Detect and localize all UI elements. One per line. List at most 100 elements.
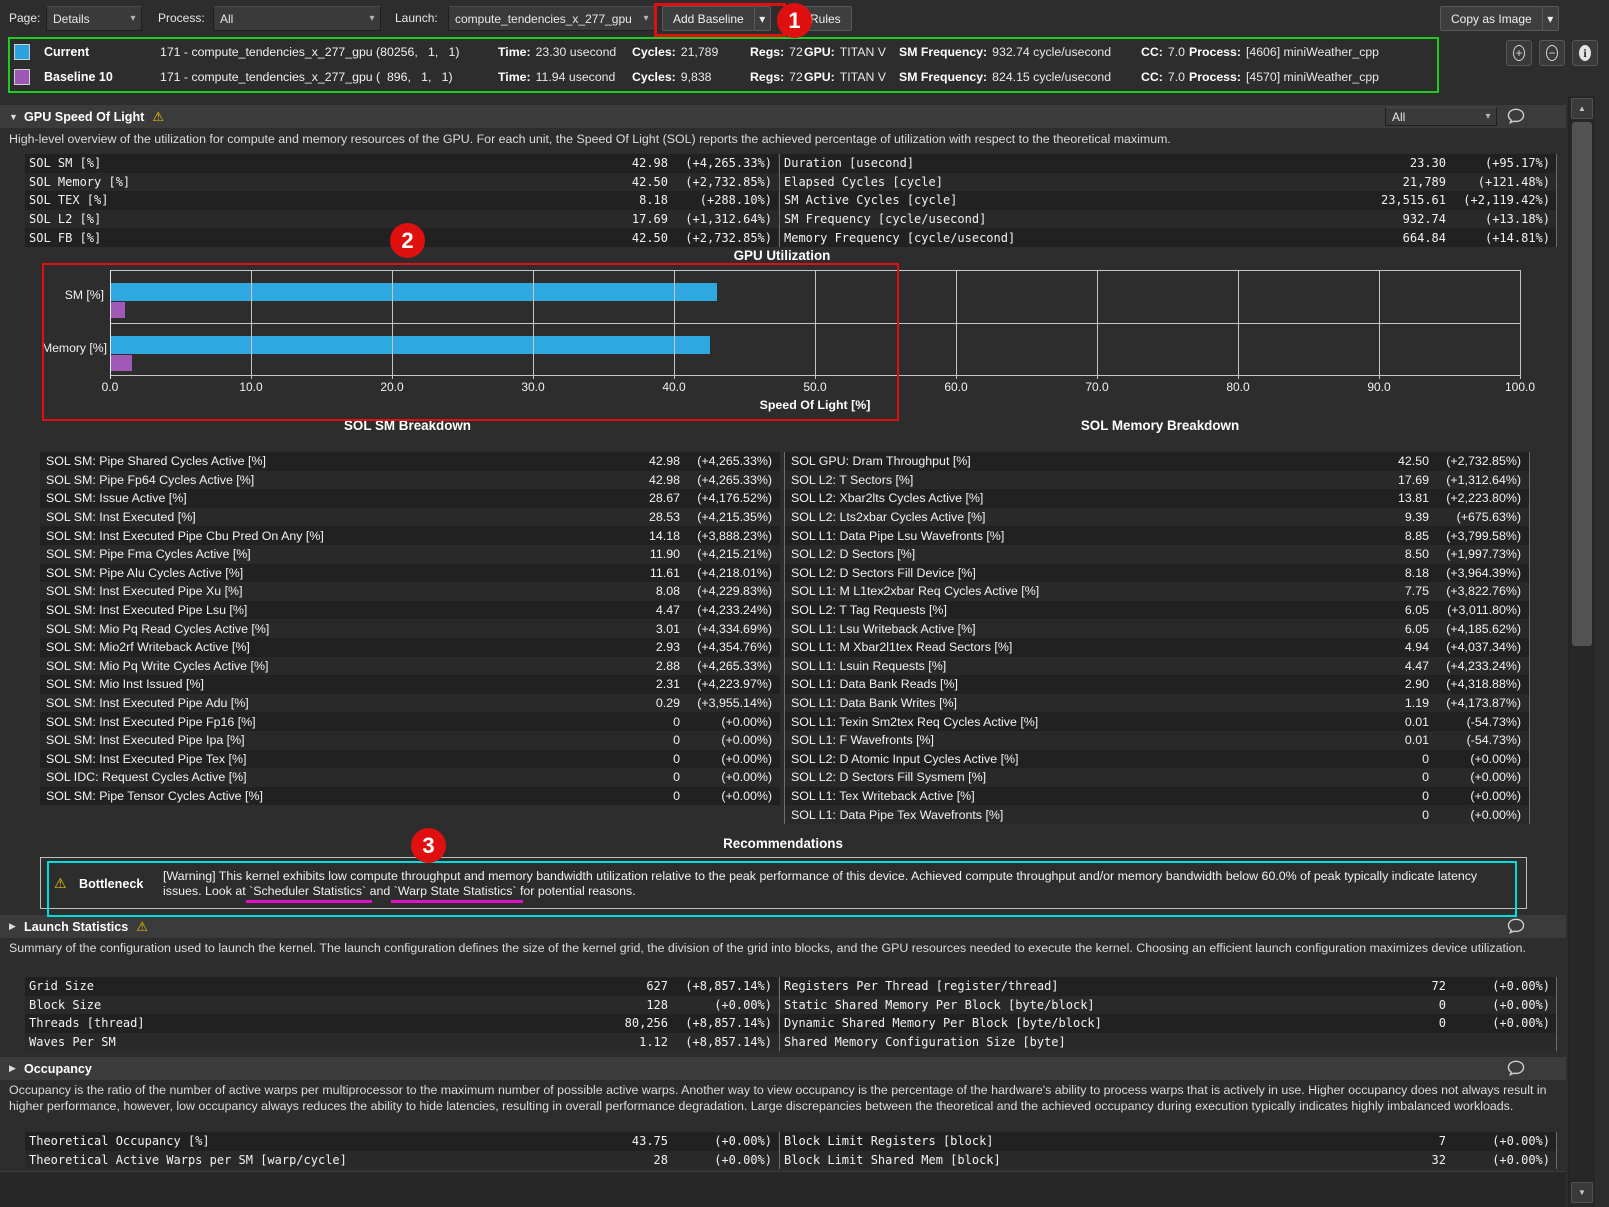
section-header-launch-statistics[interactable]: ▶ Launch Statistics ⚠ [0,915,1566,938]
metric-row[interactable]: SOL L2: Xbar2lts Cycles Active [%]13.81(… [785,489,1529,508]
metric-row[interactable]: SOL SM: Pipe Alu Cycles Active [%]11.61(… [40,564,780,583]
metric-row[interactable]: SOL SM: Pipe Fma Cycles Active [%]11.90(… [40,545,780,564]
metric-row[interactable]: SOL SM: Inst Executed Pipe Tex [%]0(+0.0… [40,750,780,769]
metric-row[interactable]: Dynamic Shared Memory Per Block [byte/bl… [780,1014,1556,1033]
metric-row[interactable]: SOL SM: Mio Pq Write Cycles Active [%]2.… [40,657,780,676]
metric-row[interactable]: Elapsed Cycles [cycle]21,789(+121.48%) [780,173,1556,192]
process-select[interactable]: All ▾ [213,6,381,31]
metric-row[interactable]: SOL SM: Inst Executed Pipe Adu [%]0.29(+… [40,694,780,713]
metric-row[interactable]: SOL SM: Mio Pq Read Cycles Active [%]3.0… [40,619,780,638]
metric-row[interactable]: Threads [thread]80,256(+8,857.14%) [25,1014,778,1033]
metric-row[interactable]: SOL SM: Inst Executed Pipe Fp16 [%]0(+0.… [40,712,780,731]
section-header-occupancy[interactable]: ▶ Occupancy [0,1057,1566,1080]
comment-bubble-icon[interactable] [1505,916,1527,936]
sol-filter-select[interactable]: All ▾ [1385,107,1497,126]
metric-row[interactable]: SOL L1: Data Bank Writes [%]1.19(+4,173.… [785,694,1529,713]
metric-row[interactable]: Theoretical Occupancy [%]43.75(+0.00%) [25,1132,778,1151]
metric-row[interactable]: SM Frequency [cycle/usecond]932.74(+13.1… [780,210,1556,229]
metric-label: Duration [usecond] [784,156,1366,170]
metric-row[interactable]: SM Active Cycles [cycle]23,515.61(+2,119… [780,191,1556,210]
x-tick-label: 90.0 [1367,380,1390,394]
metric-row[interactable]: Duration [usecond]23.30(+95.17%) [780,154,1556,173]
rules-button[interactable]: Rules [799,6,852,31]
metric-row[interactable]: SOL SM: Issue Active [%]28.67(+4,176.52%… [40,489,780,508]
scroll-up-button[interactable]: ▲ [1571,98,1593,119]
metric-row[interactable]: SOL TEX [%]8.18(+288.10%) [25,191,778,210]
add-baseline-button[interactable]: Add Baseline [662,6,755,31]
comment-bubble-icon[interactable] [1505,1058,1527,1078]
bar-baseline-sm[interactable] [111,302,125,318]
metric-row[interactable]: Shared Memory Configuration Size [byte] [780,1033,1556,1052]
bar-current-memory[interactable] [111,336,710,354]
metric-delta: (+0.00%) [668,1153,772,1167]
metric-row[interactable]: SOL L2: D Sectors [%]8.50(+1,997.73%) [785,545,1529,564]
metric-value: 1.12 [588,1035,668,1049]
metric-row[interactable]: SOL L1: Texin Sm2tex Req Cycles Active [… [785,712,1529,731]
metric-row[interactable]: Block Size128(+0.00%) [25,996,778,1015]
metric-row[interactable]: SOL SM: Inst Executed Pipe Cbu Pred On A… [40,526,780,545]
metric-row[interactable]: Memory Frequency [cycle/usecond]664.84(+… [780,228,1556,247]
add-baseline-dropdown[interactable]: ▾ [754,6,771,31]
metric-row[interactable]: SOL SM: Inst Executed [%]28.53(+4,215.35… [40,508,780,527]
metric-row[interactable]: SOL L1: Data Pipe Lsu Wavefronts [%]8.85… [785,526,1529,545]
page-select[interactable]: Details ▾ [46,6,142,31]
metric-row[interactable]: SOL L1: F Wavefronts [%]0.01(-54.73%) [785,731,1529,750]
metric-row[interactable]: SOL SM [%]42.98(+4,265.33%) [25,154,778,173]
metric-row[interactable]: SOL IDC: Request Cycles Active [%]0(+0.0… [40,768,780,787]
metric-row[interactable]: Registers Per Thread [register/thread]72… [780,977,1556,996]
metric-row[interactable]: SOL SM: Inst Executed Pipe Xu [%]8.08(+4… [40,582,780,601]
metric-row[interactable]: SOL L2: T Sectors [%]17.69(+1,312.64%) [785,471,1529,490]
copy-as-image-button[interactable]: Copy as Image [1440,6,1543,31]
baseline-row-current[interactable]: Current 171 - compute_tendencies_x_277_g… [10,39,1437,64]
metric-row[interactable]: Grid Size627(+8,857.14%) [25,977,778,996]
metric-row[interactable]: SOL SM: Inst Executed Pipe Lsu [%]4.47(+… [40,601,780,620]
scrollbar-thumb[interactable] [1572,122,1592,646]
launch-select[interactable]: compute_tendencies_x_277_gpu ▾ [448,6,655,31]
baseline-row-baseline10[interactable]: Baseline 10 171 - compute_tendencies_x_2… [10,64,1437,89]
scroll-down-button[interactable]: ▼ [1571,1182,1593,1203]
metric-row[interactable]: SOL SM: Pipe Shared Cycles Active [%]42.… [40,452,780,471]
metric-row[interactable]: Block Limit Registers [block]7(+0.00%) [780,1132,1556,1151]
section-title: Launch Statistics [24,920,128,934]
comment-bubble-icon[interactable] [1505,106,1527,126]
metric-row[interactable]: SOL L2: T Tag Requests [%]6.05(+3,011.80… [785,601,1529,620]
copy-as-image-dropdown[interactable]: ▾ [1542,6,1559,31]
metric-row[interactable]: SOL L1: Data Bank Reads [%]2.90(+4,318.8… [785,675,1529,694]
metric-row[interactable]: SOL SM: Mio2rf Writeback Active [%]2.93(… [40,638,780,657]
metric-row[interactable]: SOL L2 [%]17.69(+1,312.64%) [25,210,778,229]
metric-row[interactable]: SOL GPU: Dram Throughput [%]42.50(+2,732… [785,452,1529,471]
metric-row[interactable]: SOL L2: D Sectors Fill Sysmem [%]0(+0.00… [785,768,1529,787]
metric-row[interactable]: SOL SM: Pipe Tensor Cycles Active [%]0(+… [40,787,780,806]
metric-row[interactable]: Static Shared Memory Per Block [byte/blo… [780,996,1556,1015]
metric-row[interactable]: SOL SM: Pipe Fp64 Cycles Active [%]42.98… [40,471,780,490]
vertical-scrollbar[interactable]: ▲ ▼ [1568,96,1595,1207]
section-header-gpu-sol[interactable]: ▼ GPU Speed Of Light ⚠ [0,105,1566,128]
scheduler-statistics-link[interactable]: `Scheduler Statistics` [249,884,366,898]
zoom-in-button[interactable]: + [1506,40,1532,66]
metric-row[interactable]: SOL L1: Data Pipe Tex Wavefronts [%]0(+0… [785,805,1529,824]
info-button[interactable]: i [1572,40,1598,66]
gridline [392,270,393,379]
metric-row[interactable]: Block Limit Shared Mem [block]32(+0.00%) [780,1151,1556,1170]
bar-baseline-memory[interactable] [111,355,132,371]
metric-row[interactable]: SOL L2: Lts2xbar Cycles Active [%]9.39(+… [785,508,1529,527]
metric-row[interactable]: SOL L1: Lsu Writeback Active [%]6.05(+4,… [785,619,1529,638]
bar-current-sm[interactable] [111,283,717,301]
metric-row[interactable]: Waves Per SM1.12(+8,857.14%) [25,1033,778,1052]
metric-row[interactable]: SOL Memory [%]42.50(+2,732.85%) [25,173,778,192]
warp-state-statistics-link[interactable]: `Warp State Statistics` [394,884,517,898]
metric-row[interactable]: SOL SM: Inst Executed Pipe Ipa [%]0(+0.0… [40,731,780,750]
metric-row[interactable]: SOL L2: D Sectors Fill Device [%]8.18(+3… [785,564,1529,583]
zoom-out-button[interactable]: − [1539,40,1565,66]
gridline [533,270,534,379]
metric-row[interactable]: SOL L2: D Atomic Input Cycles Active [%]… [785,750,1529,769]
metric-row[interactable]: SOL L1: Lsuin Requests [%]4.47(+4,233.24… [785,657,1529,676]
metric-row[interactable]: SOL L1: Tex Writeback Active [%]0(+0.00%… [785,787,1529,806]
metric-value: 42.50 [1371,454,1429,468]
metric-row[interactable]: SOL SM: Mio Inst Issued [%]2.31(+4,223.9… [40,675,780,694]
metric-row[interactable]: Theoretical Active Warps per SM [warp/cy… [25,1151,778,1170]
metric-row[interactable]: SOL L1: M Xbar2l1tex Read Sectors [%]4.9… [785,638,1529,657]
metric-row[interactable]: SOL L1: M L1tex2xbar Req Cycles Active [… [785,582,1529,601]
metric-label: SOL SM: Inst Executed Pipe Cbu Pred On A… [46,529,622,543]
metric-row[interactable]: SOL FB [%]42.50(+2,732.85%) [25,228,778,247]
